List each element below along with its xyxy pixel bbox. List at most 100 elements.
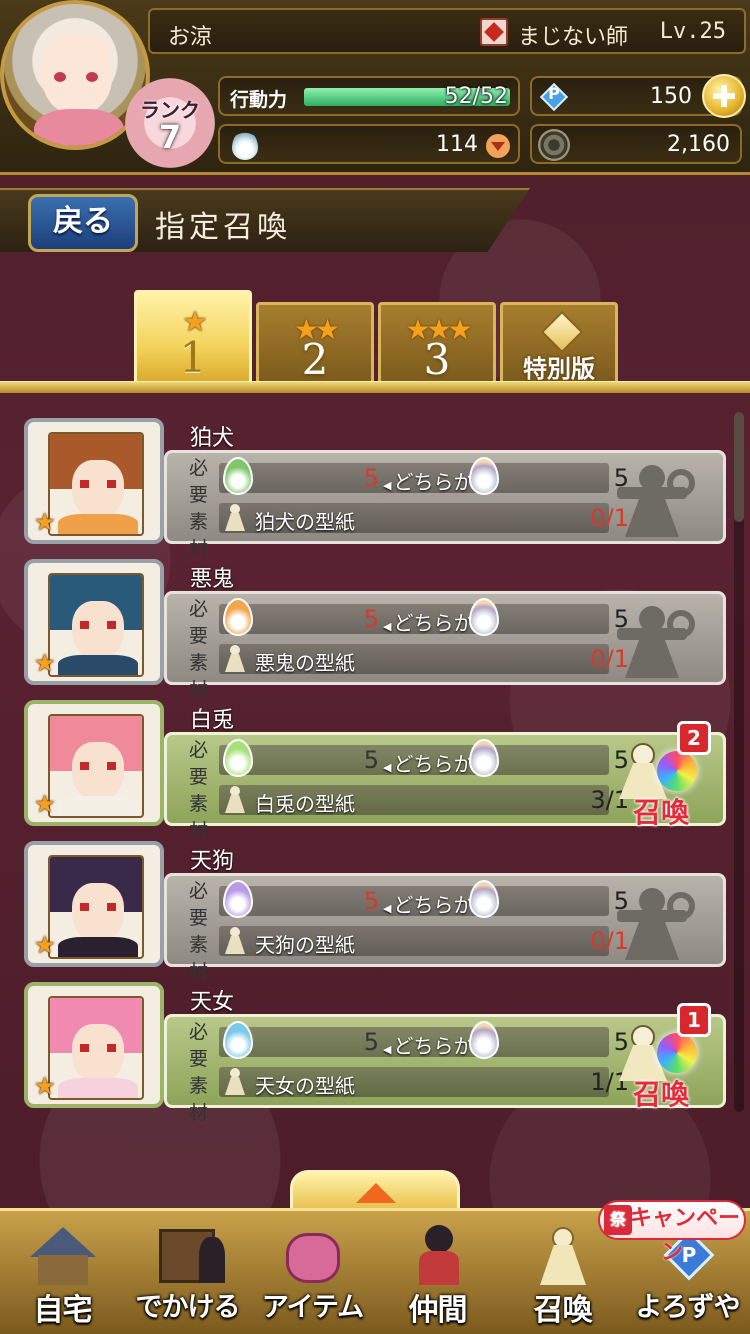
add-points-button[interactable]: [702, 74, 746, 118]
tab-rail: [0, 381, 750, 393]
element-item-icon: [249, 896, 263, 916]
companion-icon: [399, 1223, 477, 1287]
nav-items[interactable]: アイテム: [250, 1211, 375, 1334]
paper-doll-icon: [223, 1068, 247, 1096]
summon-button[interactable]: 召喚 1: [609, 1003, 713, 1111]
portrait-art: [48, 855, 144, 959]
element-material-count: 5: [363, 464, 379, 492]
diamond-icon: [540, 310, 584, 354]
summon-locked-silhouette-icon: [609, 606, 709, 678]
pattern-row: 天狗の型紙 0/1: [219, 926, 629, 957]
summon-card[interactable]: ★ 天狗 必要素材 5 どちらか 5 天狗の型紙 0/1: [22, 841, 726, 983]
material-row: 5 どちらか 5: [219, 1021, 629, 1059]
pattern-name: 悪鬼の型紙: [255, 651, 355, 675]
avatar-eye-right: [86, 72, 98, 82]
universal-drop-icon: [469, 880, 499, 918]
tab-rarity-1[interactable]: ★ 1: [134, 290, 252, 384]
festival-icon: 祭: [604, 1205, 632, 1235]
required-materials-label: 必要素材: [189, 598, 209, 701]
character-name: 悪鬼: [190, 567, 235, 592]
rank-value: 7: [158, 118, 182, 156]
summon-card[interactable]: ★ 白兎 必要素材 5 どちらか 5 白兎の型紙 3/1: [22, 700, 726, 842]
stamina-value: 52/52: [444, 84, 508, 109]
character-portrait[interactable]: ★: [24, 418, 164, 544]
scrollbar-thumb[interactable]: [734, 412, 744, 522]
nav-home[interactable]: 自宅: [0, 1211, 125, 1334]
rarity-star-icon: ★: [34, 931, 56, 959]
nav-party[interactable]: 仲間: [375, 1211, 500, 1334]
scroll-to-top-button[interactable]: [290, 1170, 460, 1212]
paper-doll-icon: [223, 786, 247, 814]
material-panel: 必要素材 5 どちらか 5 悪鬼の型紙 0/1: [164, 591, 726, 701]
element-material-count: 5: [363, 887, 379, 915]
nav-label: アイテム: [261, 1292, 364, 1323]
avatar-face: [42, 34, 112, 114]
character-portrait[interactable]: ★: [24, 982, 164, 1108]
campaign-button[interactable]: 祭 キャンペーン: [598, 1200, 746, 1265]
required-materials-label: 必要素材: [189, 1021, 209, 1124]
character-name: 狛犬: [190, 426, 235, 451]
points-meter: P 150: [530, 74, 746, 118]
tab-label: 3: [423, 335, 451, 384]
nav-label: 仲間: [408, 1293, 468, 1328]
required-materials-label: 必要素材: [189, 457, 209, 560]
pattern-name: 天狗の型紙: [255, 933, 355, 957]
stamina-meter: 行動力 52/52: [218, 76, 520, 116]
material-row: 5 どちらか 5: [219, 598, 629, 636]
summon-button[interactable]: 召喚 2: [609, 721, 713, 829]
tab-label: 特別版: [523, 355, 595, 383]
character-portrait[interactable]: ★: [24, 559, 164, 685]
nav-label: よろずや: [635, 1292, 741, 1323]
summon-card[interactable]: ★ 悪鬼 必要素材 5 どちらか 5 悪鬼の型紙 0/1: [22, 559, 726, 701]
status-header: お涼 まじない師 Lv.25 ランク 7 行動力 52/52 P 150 114…: [0, 0, 750, 175]
summon-card[interactable]: ★ 天女 必要素材 5 どちらか 5 天女の型紙 1/1: [22, 982, 726, 1124]
summon-count-badge: 1: [677, 1003, 711, 1037]
element-material-count: 5: [363, 605, 379, 633]
universal-drop-icon: [469, 457, 499, 495]
tab-rarity-2[interactable]: ★★ 2: [256, 302, 374, 384]
summon-locked-silhouette-icon: [609, 465, 709, 537]
job-leaf-icon: [480, 18, 508, 46]
pattern-row: 狛犬の型紙 0/1: [219, 503, 629, 534]
soul-value: 114: [436, 132, 478, 157]
paper-doll-icon: [223, 645, 247, 673]
back-button[interactable]: 戻る: [28, 194, 138, 252]
summon-card[interactable]: ★ 狛犬 必要素材 5 どちらか 5 狛犬の型紙 0/1: [22, 418, 726, 560]
points-value: 150: [650, 84, 692, 109]
summon-count-badge: 2: [677, 721, 711, 755]
summon-figure-icon: [524, 1223, 602, 1287]
character-name: 天狗: [190, 849, 235, 874]
list-scrollbar[interactable]: [734, 412, 744, 1112]
soul-drop-icon: [232, 130, 258, 160]
rarity-star-icon: ★: [34, 508, 56, 536]
material-panel: 必要素材 5 どちらか 5 白兎の型紙 3/1: [164, 721, 726, 842]
element-material-count: 5: [363, 746, 379, 774]
character-portrait[interactable]: ★: [24, 700, 164, 826]
avatar-eye-left: [54, 72, 66, 82]
tab-special[interactable]: 特別版: [500, 302, 618, 384]
nav-outing[interactable]: でかける: [125, 1211, 250, 1334]
character-name: 白兎: [190, 708, 235, 733]
material-row: 5 どちらか 5: [219, 880, 629, 918]
tab-rarity-3[interactable]: ★★★ 3: [378, 302, 496, 384]
page-title: 指定召喚: [155, 210, 291, 245]
soul-expand-button[interactable]: [486, 134, 510, 158]
player-name-bar: お涼 まじない師 Lv.25: [148, 8, 746, 54]
universal-drop-icon: [469, 598, 499, 636]
required-materials-label: 必要素材: [189, 880, 209, 983]
material-row: 5 どちらか 5: [219, 739, 629, 777]
universal-drop-icon: [469, 1021, 499, 1059]
rainbow-gem-icon: [657, 1033, 697, 1073]
rarity-star-icon: ★: [34, 649, 56, 677]
rarity-star-icon: ★: [34, 1072, 56, 1100]
soul-meter: 114: [218, 124, 520, 164]
player-name: お涼: [168, 25, 213, 50]
character-portrait[interactable]: ★: [24, 841, 164, 967]
nav-label: でかける: [135, 1292, 241, 1323]
avatar-robe: [34, 109, 124, 146]
element-item-icon: [249, 614, 263, 634]
element-item-icon: [249, 1037, 263, 1057]
summon-label: 召喚: [632, 1078, 689, 1111]
pattern-name: 狛犬の型紙: [255, 510, 355, 534]
material-row: 5 どちらか 5: [219, 457, 629, 495]
